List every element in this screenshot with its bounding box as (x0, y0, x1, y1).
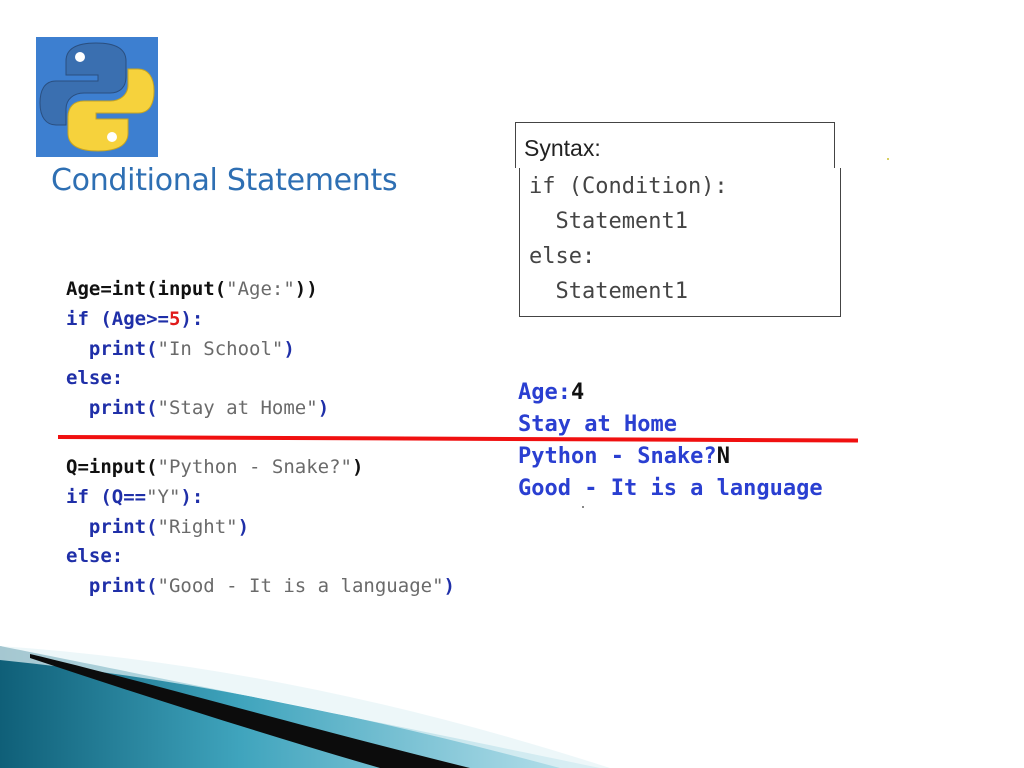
code-line: print("Right") (88, 516, 250, 538)
code-line: else: (66, 367, 124, 389)
output-line: Good - It is a language (518, 476, 823, 501)
syntax-box-body: if (Condition): Statement1 else: Stateme… (519, 168, 841, 317)
divider-line (57, 435, 859, 443)
syntax-line: Statement1 (529, 279, 688, 304)
syntax-line: if (Condition): (529, 174, 728, 199)
code-line: print("In School") (88, 338, 295, 360)
code-line: print("Stay at Home") (88, 397, 330, 419)
output-line: Age:4 (518, 380, 585, 405)
syntax-line: else: (529, 244, 596, 269)
code-line: if (Age>=5): (66, 308, 204, 330)
stray-mark (582, 506, 584, 508)
syntax-header-label: Syntax: (524, 135, 601, 161)
stray-mark (887, 158, 889, 160)
python-logo-icon (36, 37, 158, 157)
footer-swoosh-decoration (0, 646, 610, 768)
code-line: Q=input("Python - Snake?") (66, 456, 364, 478)
output-line: Python - Snake?N (518, 444, 730, 469)
code-line: if (Q=="Y"): (66, 486, 204, 508)
slide-title: Conditional Statements (51, 163, 398, 198)
syntax-line: Statement1 (529, 209, 688, 234)
code-line: print("Good - It is a language") (88, 575, 455, 597)
code-line: else: (66, 545, 124, 567)
code-line: Age=int(input("Age:")) (66, 278, 318, 300)
output-line: Stay at Home (518, 412, 677, 437)
syntax-box-header: Syntax: (515, 122, 835, 168)
